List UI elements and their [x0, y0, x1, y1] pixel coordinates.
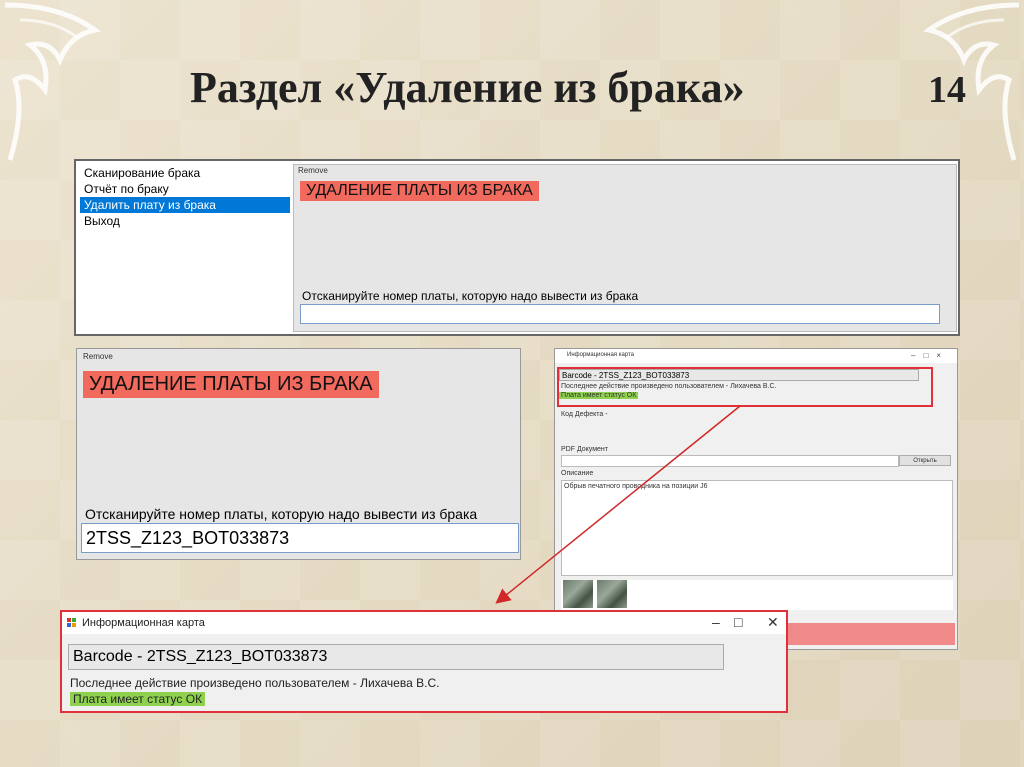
- barcode-field: Barcode - 2TSS_Z123_BOT033873: [68, 644, 724, 670]
- remove-banner: УДАЛЕНИЕ ПЛАТЫ ИЗ БРАКА: [300, 181, 539, 201]
- status-badge: Плата имеет статус ОК: [70, 692, 206, 706]
- menu-item-exit[interactable]: Выход: [80, 213, 290, 229]
- maximize-icon[interactable]: □: [734, 614, 742, 630]
- remove-panel: Remove УДАЛЕНИЕ ПЛАТЫ ИЗ БРАКА Отсканиру…: [293, 164, 957, 332]
- description-box[interactable]: Обрыв печатного проводника на позиции J6: [561, 480, 953, 576]
- screenshot-info-card-full: Информационная карта –□× Barcode - 2TSS_…: [554, 348, 958, 650]
- photo-strip: [561, 580, 953, 610]
- slide-title: Раздел «Удаление из брака»: [190, 63, 745, 112]
- board-photo-thumbnail[interactable]: [597, 580, 627, 608]
- description-label: Описание: [561, 470, 594, 477]
- side-menu: Сканирование брака Отчёт по браку Удалит…: [80, 165, 290, 333]
- status-bar-red: [787, 623, 955, 645]
- menu-item-defect-report[interactable]: Отчёт по браку: [80, 181, 290, 197]
- close-icon[interactable]: ✕: [767, 614, 779, 631]
- scan-input[interactable]: 2TSS_Z123_BOT033873: [81, 523, 519, 553]
- scan-input[interactable]: [300, 304, 940, 324]
- ornament-corner-left: [4, 2, 102, 161]
- open-button[interactable]: Открыть: [899, 455, 951, 466]
- remove-banner: УДАЛЕНИЕ ПЛАТЫ ИЗ БРАКА: [83, 371, 379, 398]
- panel-caption: Remove: [298, 166, 328, 175]
- scan-prompt: Отсканируйте номер платы, которую надо в…: [85, 506, 478, 522]
- last-action-text: Последнее действие произведено пользоват…: [70, 676, 440, 690]
- highlight-box: [557, 367, 933, 407]
- pdf-label: PDF Документ: [561, 446, 608, 453]
- screenshot-main-window: Сканирование брака Отчёт по браку Удалит…: [74, 159, 960, 336]
- window-title: Информационная карта: [567, 352, 635, 358]
- window-controls[interactable]: –□×: [911, 351, 949, 360]
- scan-prompt: Отсканируйте номер платы, которую надо в…: [302, 289, 639, 303]
- menu-item-scan-defect[interactable]: Сканирование брака: [80, 165, 290, 181]
- app-icon: [67, 618, 76, 627]
- title-bar: Информационная карта –□×: [555, 349, 957, 363]
- screenshot-remove-panel-filled: Remove УДАЛЕНИЕ ПЛАТЫ ИЗ БРАКА Отсканиру…: [76, 348, 521, 560]
- menu-item-remove-board[interactable]: Удалить плату из брака: [80, 197, 290, 213]
- minimize-icon[interactable]: –: [712, 614, 720, 630]
- screenshot-info-card-zoom: Информационная карта – □ ✕ Barcode - 2TS…: [60, 610, 788, 713]
- defect-code-label: Код Дефекта -: [561, 411, 608, 418]
- pdf-path-input[interactable]: [561, 455, 899, 467]
- title-bar: Информационная карта – □ ✕: [62, 612, 786, 634]
- window-title: Информационная карта: [82, 617, 205, 629]
- slide-number: 14: [928, 69, 966, 111]
- board-photo-thumbnail[interactable]: [563, 580, 593, 608]
- panel-caption: Remove: [83, 352, 113, 361]
